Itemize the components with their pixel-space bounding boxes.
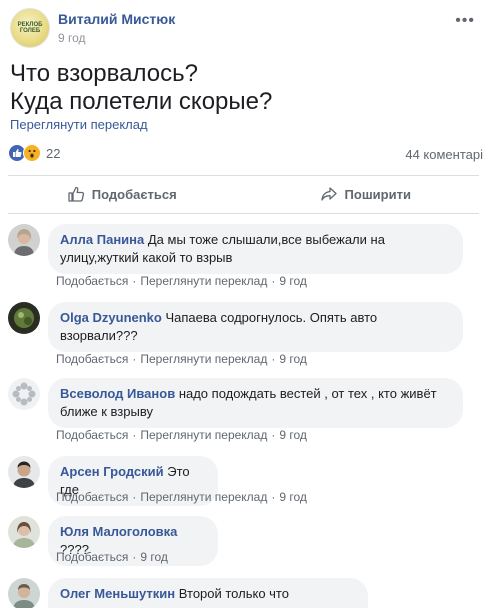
- comment-meta: Подобається · Переглянути переклад · 9 год: [56, 274, 307, 288]
- comment-meta: Подобається · Переглянути переклад · 9 год: [56, 490, 307, 504]
- comment-bubble: Алла Панина Да мы тоже слышали,все выбеж…: [48, 224, 463, 274]
- comment-translate-link[interactable]: Переглянути переклад: [140, 490, 267, 504]
- share-button[interactable]: Поширити: [244, 176, 487, 212]
- thumbs-up-icon: [68, 186, 84, 202]
- comment-meta: Подобається · 9 год: [56, 550, 168, 564]
- reactions-summary[interactable]: 22: [8, 144, 60, 162]
- comment-author[interactable]: Арсен Гродский: [60, 464, 164, 479]
- comment-bubble: Olga Dzyunenko Чапаева содрогнулось. Опя…: [48, 302, 463, 352]
- separator-dot: ·: [132, 550, 137, 564]
- wow-reaction-icon: [23, 144, 41, 162]
- avatar-logo-text: РЕКЛОБ ГОЛЕБ: [17, 22, 43, 34]
- more-options-icon[interactable]: •••: [455, 12, 475, 30]
- post-author[interactable]: Виталий Мистюк: [58, 11, 175, 27]
- separator-dot: ·: [271, 352, 276, 366]
- post-header: РЕКЛОБ ГОЛЕБ Виталий Мистюк 9 год: [10, 8, 175, 48]
- comment-like-link[interactable]: Подобається: [56, 428, 128, 442]
- comment-time[interactable]: 9 год: [279, 274, 307, 288]
- comment-like-link[interactable]: Подобається: [56, 274, 128, 288]
- comment-translate-link[interactable]: Переглянути переклад: [140, 428, 267, 442]
- post-header-text: Виталий Мистюк 9 год: [58, 11, 175, 45]
- share-button-label: Поширити: [344, 186, 411, 202]
- separator-dot: ·: [271, 490, 276, 504]
- comment-like-link[interactable]: Подобається: [56, 550, 128, 564]
- comment-like-link[interactable]: Подобається: [56, 352, 128, 366]
- avatar[interactable]: [8, 456, 40, 488]
- comment-author[interactable]: Olga Dzyunenko: [60, 310, 162, 325]
- avatar[interactable]: [8, 224, 40, 256]
- comment-meta: Подобається · Переглянути переклад · 9 год: [56, 428, 307, 442]
- post-text-line: Куда полетели скорые?: [10, 88, 273, 115]
- comment-author[interactable]: Всеволод Иванов: [60, 386, 175, 401]
- separator-dot: ·: [132, 274, 137, 288]
- comment-author[interactable]: Юля Малоголовка: [60, 524, 177, 539]
- like-button-label: Подобається: [91, 186, 177, 202]
- comment-time[interactable]: 9 год: [279, 428, 307, 442]
- see-translation-link[interactable]: Переглянути переклад: [10, 117, 148, 132]
- comment-author[interactable]: Олег Меньшуткин: [60, 586, 175, 601]
- comment-time[interactable]: 9 год: [140, 550, 168, 564]
- comment-time[interactable]: 9 год: [279, 352, 307, 366]
- comment-bubble: Олег Меньшуткин Второй только что прогре…: [48, 578, 368, 608]
- avatar[interactable]: [8, 302, 40, 334]
- separator-dot: ·: [132, 352, 137, 366]
- comment-author[interactable]: Алла Панина: [60, 232, 144, 247]
- comment-translate-link[interactable]: Переглянути переклад: [140, 274, 267, 288]
- avatar[interactable]: [8, 578, 40, 608]
- comment-time[interactable]: 9 год: [279, 490, 307, 504]
- like-button[interactable]: Подобається: [0, 176, 244, 212]
- comment-meta: Подобається · Переглянути переклад · 9 год: [56, 352, 307, 366]
- post-text: Что взорвалось? Куда полетели скорые?: [10, 60, 272, 116]
- post-actions-bar: Подобається Поширити: [0, 176, 487, 212]
- comment-like-link[interactable]: Подобається: [56, 490, 128, 504]
- comment-translate-link[interactable]: Переглянути переклад: [140, 352, 267, 366]
- separator-dot: ·: [271, 428, 276, 442]
- comments-count-link[interactable]: 44 коментарі: [405, 147, 483, 162]
- separator-dot: ·: [132, 428, 137, 442]
- separator-dot: ·: [271, 274, 276, 288]
- avatar[interactable]: [8, 378, 40, 410]
- post-text-line: Что взорвалось?: [10, 60, 198, 87]
- page-avatar[interactable]: РЕКЛОБ ГОЛЕБ: [10, 8, 50, 48]
- post-timestamp[interactable]: 9 год: [58, 31, 175, 45]
- divider: [8, 213, 479, 214]
- separator-dot: ·: [132, 490, 137, 504]
- avatar[interactable]: [8, 516, 40, 548]
- share-arrow-icon: [320, 187, 337, 201]
- reaction-count: 22: [46, 145, 61, 161]
- comment-bubble: Всеволод Иванов надо подождать вестей , …: [48, 378, 463, 428]
